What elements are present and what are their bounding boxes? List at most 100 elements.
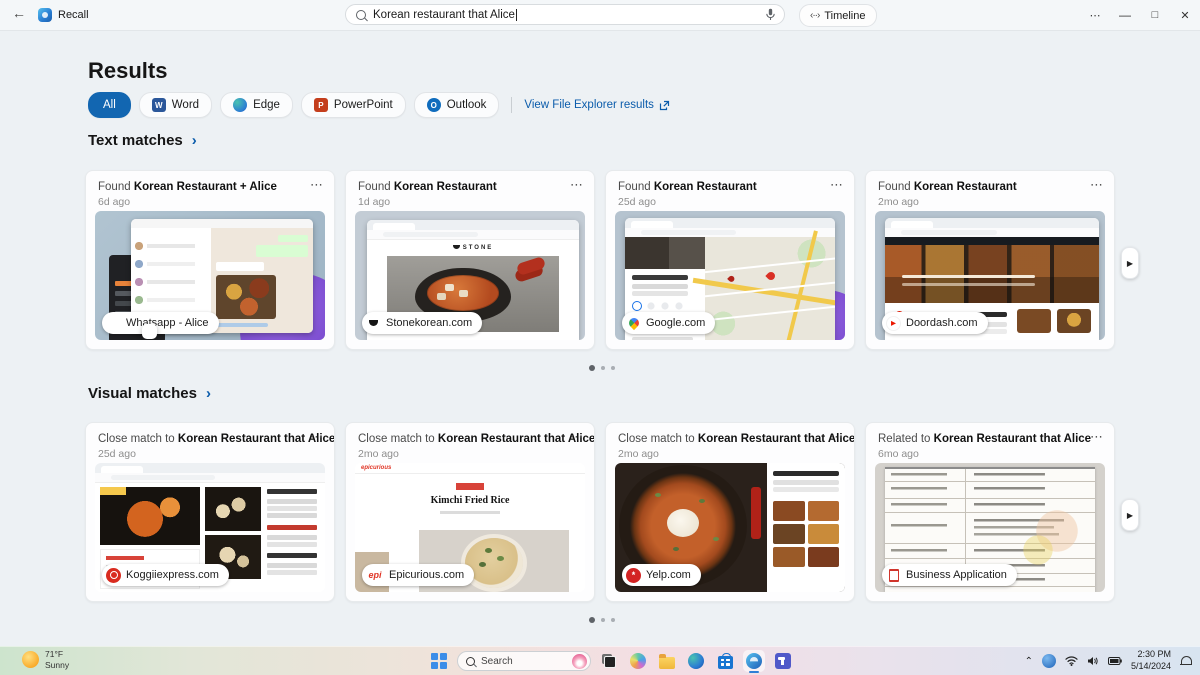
result-card[interactable]: Found Korean Restaurant 25d ago ⋯ Google… (605, 170, 855, 350)
chevron-right-icon[interactable]: › (206, 385, 211, 402)
file-explorer-button[interactable] (656, 650, 678, 672)
card-more-button[interactable]: ⋯ (1090, 177, 1104, 193)
volume-icon[interactable] (1087, 656, 1099, 666)
timeline-button[interactable]: ‹··› Timeline (799, 4, 877, 27)
result-card[interactable]: Found Korean Restaurant 2mo ago ⋯ Doorda… (865, 170, 1115, 350)
source-badge[interactable]: epi Epicurious.com (362, 564, 475, 586)
card-title: Close match to Korean Restaurant that Al… (618, 433, 854, 445)
close-button[interactable]: ✕ (1170, 0, 1200, 30)
card-timestamp: 6mo ago (878, 448, 919, 460)
source-badge[interactable]: Doordash.com (882, 312, 988, 334)
stone-logo: STONE (367, 245, 579, 251)
card-more-button[interactable]: ⋯ (830, 177, 844, 193)
source-badge[interactable]: Google.com (622, 312, 716, 334)
source-badge[interactable]: Stonekorean.com (362, 312, 483, 334)
back-button[interactable]: ← (12, 5, 26, 21)
notification-bell-icon[interactable] (1180, 655, 1192, 667)
card-timestamp: 2mo ago (878, 196, 919, 208)
filter-powerpoint[interactable]: PowerPoint (300, 92, 406, 118)
edge-button[interactable] (685, 650, 707, 672)
page-dot[interactable] (601, 618, 605, 622)
card-title: Found Korean Restaurant (358, 181, 497, 193)
search-icon (356, 9, 366, 20)
next-page-button[interactable]: ▶ (1121, 247, 1139, 279)
clock[interactable]: 2:30 PM 5/14/2024 (1131, 649, 1171, 672)
result-card[interactable]: Close match to Korean Restaurant that Al… (345, 422, 595, 602)
recall-taskbar-button[interactable] (743, 650, 765, 672)
card-more-button[interactable]: ⋯ (1090, 429, 1104, 445)
source-badge[interactable]: ✆ Whatsapp - Alice (102, 312, 219, 339)
tray-overflow-chevron[interactable]: ⌃ (1025, 656, 1033, 667)
card-thumbnail[interactable]: STONE Stonekorean.com (355, 211, 585, 340)
folder-icon (659, 653, 675, 669)
page-dot[interactable] (601, 366, 605, 370)
microsoft-store-icon (717, 652, 733, 669)
page-dot[interactable] (589, 617, 595, 623)
taskbar-search[interactable]: Search (457, 651, 591, 671)
card-title: Found Korean Restaurant + Alice (98, 181, 277, 193)
filter-word[interactable]: Word (138, 92, 213, 118)
source-badge[interactable]: Business Application (882, 564, 1017, 586)
card-thumbnail[interactable]: Google.com (615, 211, 845, 340)
card-more-button[interactable]: ⋯ (830, 429, 844, 445)
search-highlight-image (572, 653, 587, 669)
recall-window: ← Recall Korean restaurant that Alice ‹·… (0, 0, 1200, 675)
card-timestamp: 2mo ago (358, 448, 399, 460)
page-dot[interactable] (611, 366, 615, 370)
stonekorean-icon (366, 315, 381, 331)
document-icon (886, 567, 901, 583)
edge-icon (233, 98, 248, 112)
microphone-icon[interactable] (765, 8, 776, 21)
wifi-icon[interactable] (1065, 656, 1078, 666)
card-thumbnail[interactable]: Doordash.com (875, 211, 1105, 340)
more-options-button[interactable]: ⋯ (1080, 0, 1110, 30)
result-card[interactable]: Close match to Korean Restaurant that Al… (605, 422, 855, 602)
minimize-button[interactable]: — (1110, 0, 1140, 30)
source-badge[interactable]: * Yelp.com (622, 564, 701, 586)
card-thumbnail[interactable]: Business Application (875, 463, 1105, 592)
result-card[interactable]: Found Korean Restaurant 1d ago ⋯ STONE S… (345, 170, 595, 350)
edge-icon (688, 653, 704, 669)
result-card[interactable]: Related to Korean Restaurant that Alice … (865, 422, 1115, 602)
task-view-button[interactable] (598, 650, 620, 672)
card-more-button[interactable]: ⋯ (570, 177, 584, 193)
battery-icon[interactable] (1107, 657, 1122, 665)
teams-icon (775, 653, 791, 669)
card-thumbnail[interactable]: epicurious Kimchi Fried Rice epi Epicurio… (355, 463, 585, 592)
store-button[interactable] (714, 650, 736, 672)
card-more-button[interactable]: ⋯ (570, 429, 584, 445)
copilot-button[interactable] (627, 650, 649, 672)
start-button[interactable] (428, 650, 450, 672)
filter-edge[interactable]: Edge (220, 92, 293, 118)
file-explorer-link[interactable]: View File Explorer results (524, 99, 670, 111)
system-tray: ⌃ 2:30 PM 5/14/2024 (1025, 647, 1192, 675)
source-badge[interactable]: Koggiiexpress.com (102, 564, 229, 586)
card-more-button[interactable]: ⋯ (310, 177, 324, 193)
google-maps-icon (626, 316, 641, 331)
weather-widget[interactable]: 71°F Sunny (22, 649, 69, 670)
card-more-button[interactable]: ⋯ (310, 429, 324, 445)
card-thumbnail[interactable]: ✆ Whatsapp - Alice (95, 211, 325, 340)
filter-all[interactable]: All (88, 92, 131, 118)
filter-outlook[interactable]: Outlook (413, 92, 500, 118)
yelp-icon: * (626, 567, 641, 583)
recall-search-input[interactable]: Korean restaurant that Alice (345, 4, 785, 25)
maximize-button[interactable]: □ (1140, 0, 1170, 30)
teams-button[interactable] (772, 650, 794, 672)
card-timestamp: 25d ago (98, 448, 136, 460)
filter-bar: All Word Edge PowerPoint Outlook View Fi… (88, 92, 670, 118)
card-thumbnail[interactable]: * Yelp.com (615, 463, 845, 592)
result-card[interactable]: Close match to Korean Restaurant that Al… (85, 422, 335, 602)
page-dot[interactable] (611, 618, 615, 622)
tray-app-icon[interactable] (1041, 654, 1056, 668)
divider (511, 97, 513, 113)
page-dot[interactable] (589, 365, 595, 371)
epicurious-icon: epi (368, 570, 382, 580)
card-thumbnail[interactable]: Koggiiexpress.com (95, 463, 325, 592)
weather-condition: Sunny (45, 659, 70, 670)
next-page-button[interactable]: ▶ (1121, 499, 1139, 531)
result-card[interactable]: Found Korean Restaurant + Alice 6d ago ⋯… (85, 170, 335, 350)
word-icon (151, 98, 166, 112)
card-timestamp: 25d ago (618, 196, 656, 208)
chevron-right-icon[interactable]: › (192, 132, 197, 149)
